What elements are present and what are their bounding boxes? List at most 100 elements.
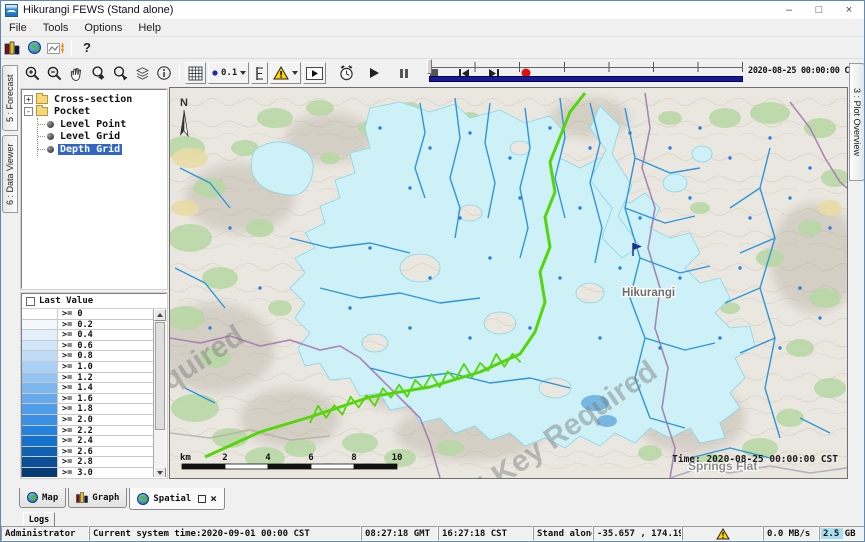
legend-color-swatch <box>22 426 58 436</box>
legend-entry[interactable]: >= 2.2 <box>22 426 166 437</box>
legend-scrollbar[interactable] <box>153 309 166 478</box>
legend-entry[interactable]: >= 1.2 <box>22 373 166 384</box>
grid-display-button[interactable] <box>185 62 206 84</box>
tree-item-label: Pocket <box>52 106 92 117</box>
scroll-up-arrow[interactable] <box>154 309 166 321</box>
tab-close-icon[interactable]: × <box>210 495 217 503</box>
side-tab-plot-overview[interactable]: 3 : Plot Overview <box>849 63 865 181</box>
legend-entry[interactable]: >= 2.4 <box>22 436 166 447</box>
thresholds-warning-dropdown[interactable] <box>270 62 301 84</box>
explorer-bars-button[interactable] <box>1 38 23 58</box>
timeline-slider[interactable] <box>429 59 743 85</box>
help-button[interactable]: ? <box>76 38 98 58</box>
map-display-button[interactable] <box>23 38 45 58</box>
status-text: Stand alone <box>537 529 593 539</box>
tree-item-depth-grid[interactable]: Depth Grid <box>38 143 164 156</box>
legend-entry[interactable]: >= 1.0 <box>22 362 166 373</box>
tree-toggle-icon[interactable]: - <box>24 107 33 116</box>
dot-icon <box>211 69 219 77</box>
legend-entry-label: >= 0.8 <box>58 351 93 361</box>
tree-item-pocket[interactable]: - Pocket <box>24 106 164 119</box>
legend-entry-label: >= 1.6 <box>58 394 93 404</box>
legend-entry-label: >= 2.6 <box>58 447 93 457</box>
status-warning-cell <box>682 526 763 541</box>
warning-icon <box>716 528 730 540</box>
status-cell: 08:27:18 GMT <box>361 526 438 541</box>
scroll-down-arrow[interactable] <box>154 467 166 478</box>
status-cell: 16:27:18 CST <box>438 526 533 541</box>
tab-spatial[interactable]: Spatial × <box>129 488 225 510</box>
zoom-out-button[interactable] <box>43 63 65 83</box>
info-button[interactable] <box>153 63 175 83</box>
legend-list: >= 0>= 0.2>= 0.4>= 0.6>= 0.8>= 1.0>= 1.2… <box>22 309 166 478</box>
timeseries-button[interactable] <box>45 38 67 58</box>
legend-entry[interactable]: >= 1.8 <box>22 404 166 415</box>
side-tab-forecast[interactable]: 5 : Forecast <box>2 65 18 131</box>
zoom-previous-button[interactable] <box>87 63 109 83</box>
legend-entry[interactable]: >= 0 <box>22 309 166 320</box>
legend-entry[interactable]: >= 0.6 <box>22 341 166 352</box>
timeline-thumb[interactable] <box>427 59 432 74</box>
tree-item-level-point[interactable]: Level Point <box>38 118 164 131</box>
scale-ruler-icon <box>254 66 265 81</box>
legend-entry[interactable]: >= 2.6 <box>22 447 166 458</box>
menu-item-help[interactable]: Help <box>130 20 169 36</box>
tab-restore-icon[interactable] <box>198 495 206 503</box>
legend-entry[interactable]: >= 0.8 <box>22 351 166 362</box>
legend-entry[interactable]: >= 3.0 <box>22 468 166 478</box>
threshold-dropdown[interactable]: 0.1 <box>208 62 249 84</box>
node-bullet-icon <box>47 121 54 128</box>
legend-entry[interactable]: >= 0.4 <box>22 330 166 341</box>
side-tab-data-viewer[interactable]: 6 : Data Viewer <box>2 135 18 213</box>
status-text: 08:27:18 GMT <box>365 529 430 539</box>
play-button[interactable] <box>363 63 385 83</box>
side-tab-data-viewer-label: 6 : Data Viewer <box>5 143 15 204</box>
tree-toggle-icon[interactable]: + <box>24 95 33 104</box>
logs-button[interactable]: Logs <box>23 512 55 527</box>
tab-graph[interactable]: Graph <box>68 488 127 508</box>
legend-entry[interactable]: >= 2.0 <box>22 415 166 426</box>
warning-icon <box>273 66 289 80</box>
legend-panel: Last Value >= 0>= 0.2>= 0.4>= 0.6>= 0.8>… <box>21 293 167 478</box>
menu-item-options[interactable]: Options <box>76 20 130 36</box>
pan-button[interactable] <box>65 63 87 83</box>
legend-entry-label: >= 0.4 <box>58 330 93 340</box>
legend-scale-button[interactable] <box>251 62 268 84</box>
menu-item-tools[interactable]: Tools <box>35 20 77 36</box>
legend-entry[interactable]: >= 2.8 <box>22 457 166 468</box>
pause-button[interactable] <box>393 63 415 83</box>
legend-color-swatch <box>22 330 58 340</box>
scroll-thumb[interactable] <box>155 322 165 430</box>
side-tab-forecast-label: 5 : Forecast <box>5 74 15 122</box>
legend-color-swatch <box>22 394 58 404</box>
scale-unit: km <box>180 453 191 463</box>
tab-graph-label: Graph <box>92 493 119 503</box>
tree-item-level-grid[interactable]: Level Grid <box>38 131 164 144</box>
legend-entry-label: >= 2.0 <box>58 415 93 425</box>
legend-color-swatch <box>22 320 58 330</box>
legend-entry[interactable]: >= 0.2 <box>22 320 166 331</box>
legend-entry[interactable]: >= 1.4 <box>22 383 166 394</box>
zoom-next-button[interactable] <box>109 63 131 83</box>
layers-button[interactable] <box>131 63 153 83</box>
maximize-button[interactable]: □ <box>804 1 834 19</box>
zoom-out-icon <box>46 65 63 82</box>
legend-entry-label: >= 3.0 <box>58 468 93 478</box>
tab-spatial-label: Spatial <box>153 494 191 504</box>
app-window: Hikurangi FEWS (Stand alone) – □ × FileT… <box>0 0 865 542</box>
status-text: -35.657 , 174.199 <box>597 529 682 539</box>
zoom-in-button[interactable] <box>21 63 43 83</box>
menu-item-file[interactable]: File <box>1 20 35 36</box>
last-value-checkbox[interactable] <box>26 297 35 306</box>
legend-entry-label: >= 1.4 <box>58 383 93 393</box>
animation-movie-button[interactable] <box>303 62 326 84</box>
map-canvas[interactable]: API Key Required API Key Required Hikura… <box>169 87 848 479</box>
close-button[interactable]: × <box>834 1 864 19</box>
set-time-button[interactable] <box>335 63 357 83</box>
legend-entry[interactable]: >= 1.6 <box>22 394 166 405</box>
tree-item-cross-section[interactable]: +Cross-section <box>24 93 164 106</box>
minimize-button[interactable]: – <box>774 1 804 19</box>
tab-map[interactable]: Map <box>19 488 66 508</box>
chart-arrow-icon <box>47 41 65 55</box>
node-bullet-icon <box>47 146 54 153</box>
